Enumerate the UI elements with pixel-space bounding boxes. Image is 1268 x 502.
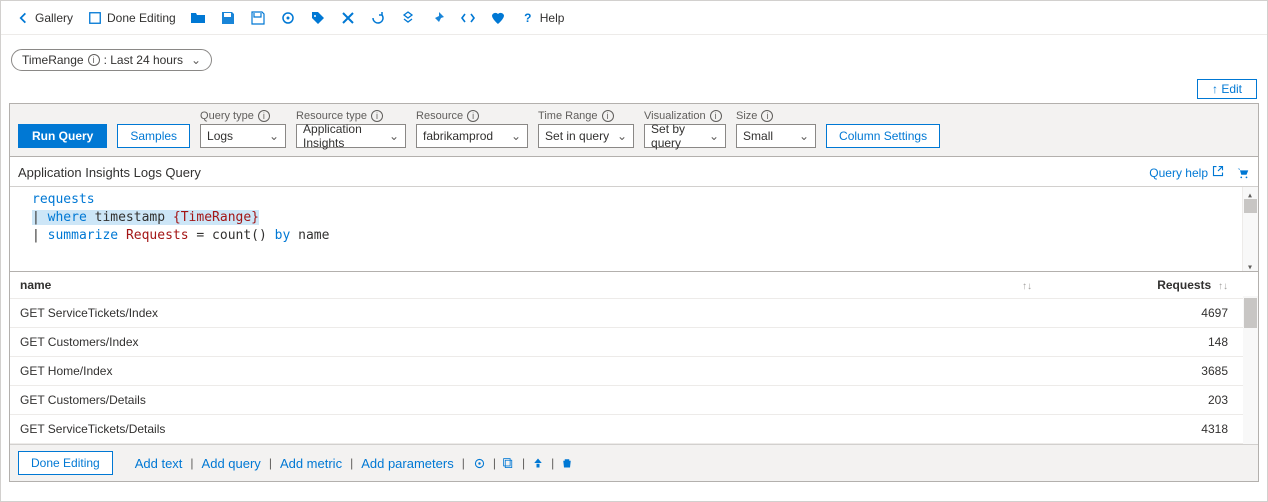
query-type-label: Query type	[200, 110, 254, 122]
scroll-up-icon[interactable]: ▴	[1244, 187, 1256, 199]
refresh-icon[interactable]	[364, 6, 392, 30]
resource-type-label: Resource type	[296, 110, 367, 122]
panel-footer: Done Editing Add text | Add query | Add …	[10, 444, 1258, 481]
arrow-left-icon	[15, 10, 31, 26]
cell-requests: 4697	[1058, 299, 1258, 328]
samples-button[interactable]: Samples	[117, 124, 190, 148]
settings-icon[interactable]	[274, 6, 302, 30]
chevron-down-icon: ⌄	[511, 129, 521, 143]
chevron-down-icon: ⌄	[269, 129, 279, 143]
heart-icon[interactable]	[484, 6, 512, 30]
column-settings-button[interactable]: Column Settings	[826, 124, 940, 148]
editor-scrollbar[interactable]: ▴ ▾	[1242, 187, 1258, 271]
size-label: Size	[736, 110, 757, 122]
time-range-select[interactable]: Set in query⌄	[538, 124, 634, 148]
scroll-thumb[interactable]	[1244, 199, 1257, 213]
info-icon: i	[371, 110, 383, 122]
visualization-label: Visualization	[644, 110, 706, 122]
table-row[interactable]: GET ServiceTickets/Index4697	[10, 299, 1258, 328]
section-title: Application Insights Logs Query	[18, 165, 201, 180]
code-icon[interactable]	[454, 6, 482, 30]
help-button[interactable]: ? Help	[514, 6, 571, 30]
results-table: name ↑↓ Requests ↑↓ GET ServiceTickets/I…	[10, 272, 1258, 444]
query-panel: Run Query Samples Query type i Logs⌄ Reso…	[9, 103, 1259, 482]
info-icon: i	[710, 110, 722, 122]
query-config-bar: Run Query Samples Query type i Logs⌄ Reso…	[10, 104, 1258, 157]
cell-requests: 3685	[1058, 357, 1258, 386]
table-row[interactable]: GET Customers/Index148	[10, 328, 1258, 357]
stop-edit-icon	[87, 10, 103, 26]
sort-icon: ↑↓	[1022, 281, 1032, 292]
query-type-select[interactable]: Logs⌄	[200, 124, 286, 148]
run-query-button[interactable]: Run Query	[18, 124, 107, 148]
info-icon: i	[258, 110, 270, 122]
size-select[interactable]: Small⌄	[736, 124, 816, 148]
table-row[interactable]: GET Home/Index3685	[10, 357, 1258, 386]
cell-name: GET Home/Index	[10, 357, 1058, 386]
delete-icon[interactable]	[560, 456, 574, 470]
info-icon: i	[467, 110, 479, 122]
done-editing-label: Done Editing	[107, 11, 176, 25]
col-sort-spacer[interactable]: ↑↓	[1008, 272, 1058, 299]
gear-icon[interactable]	[473, 456, 487, 470]
scroll-down-icon[interactable]: ▾	[1244, 259, 1256, 271]
resource-select[interactable]: fabrikamprod⌄	[416, 124, 528, 148]
gallery-label: Gallery	[35, 11, 73, 25]
query-editor[interactable]: requests | where timestamp {TimeRange} |…	[10, 186, 1258, 272]
cell-name: GET ServiceTickets/Details	[10, 415, 1058, 444]
add-text-link[interactable]: Add text	[135, 456, 183, 471]
cell-name: GET Customers/Index	[10, 328, 1058, 357]
scroll-thumb[interactable]	[1244, 298, 1257, 328]
visualization-select[interactable]: Set by query⌄	[644, 124, 726, 148]
resource-type-select[interactable]: Application Insights⌄	[296, 124, 406, 148]
save-as-icon[interactable]	[244, 6, 272, 30]
sort-icon: ↑↓	[1215, 281, 1228, 292]
cell-requests: 4318	[1058, 415, 1258, 444]
group-icon[interactable]	[394, 6, 422, 30]
parameters-row: TimeRange i : Last 24 hours ⌄	[1, 35, 1267, 79]
chevron-down-icon: ⌄	[389, 129, 399, 143]
close-icon[interactable]	[334, 6, 362, 30]
pin-icon[interactable]	[424, 6, 452, 30]
time-range-label: Time Range	[538, 110, 598, 122]
cell-requests: 148	[1058, 328, 1258, 357]
col-requests[interactable]: Requests ↑↓	[1058, 272, 1258, 299]
help-label: Help	[540, 11, 565, 25]
done-editing-button[interactable]: Done Editing	[18, 451, 113, 475]
add-parameters-link[interactable]: Add parameters	[361, 456, 454, 471]
chevron-down-icon: ⌄	[617, 129, 627, 143]
query-help-link[interactable]: Query help	[1149, 165, 1224, 180]
copy-icon[interactable]	[502, 456, 516, 470]
open-icon[interactable]	[184, 6, 212, 30]
table-row[interactable]: GET ServiceTickets/Details4318	[10, 415, 1258, 444]
add-query-link[interactable]: Add query	[202, 456, 261, 471]
info-icon: i	[602, 110, 614, 122]
cart-icon[interactable]	[1236, 166, 1250, 180]
cell-name: GET ServiceTickets/Index	[10, 299, 1058, 328]
cell-name: GET Customers/Details	[10, 386, 1058, 415]
open-external-icon	[1212, 165, 1224, 180]
chevron-down-icon: ⌄	[799, 129, 809, 143]
info-icon: i	[88, 54, 100, 66]
info-icon: i	[761, 110, 773, 122]
timerange-value: : Last 24 hours	[104, 53, 183, 67]
chevron-down-icon: ⌄	[191, 53, 201, 67]
table-scrollbar[interactable]	[1243, 296, 1258, 444]
col-name[interactable]: name	[10, 272, 1008, 299]
resource-label: Resource	[416, 110, 463, 122]
table-row[interactable]: GET Customers/Details203	[10, 386, 1258, 415]
cell-requests: 203	[1058, 386, 1258, 415]
help-icon: ?	[520, 10, 536, 26]
done-editing-button[interactable]: Done Editing	[81, 6, 182, 30]
gallery-button[interactable]: Gallery	[9, 6, 79, 30]
edit-button[interactable]: ↑ Edit	[1197, 79, 1257, 99]
add-metric-link[interactable]: Add metric	[280, 456, 342, 471]
top-toolbar: Gallery Done Editing ? Help	[1, 1, 1267, 35]
save-icon[interactable]	[214, 6, 242, 30]
move-up-icon[interactable]	[531, 456, 545, 470]
timerange-pill[interactable]: TimeRange i : Last 24 hours ⌄	[11, 49, 212, 71]
tag-icon[interactable]	[304, 6, 332, 30]
chevron-down-icon: ⌄	[709, 129, 719, 143]
timerange-label: TimeRange	[22, 53, 84, 67]
